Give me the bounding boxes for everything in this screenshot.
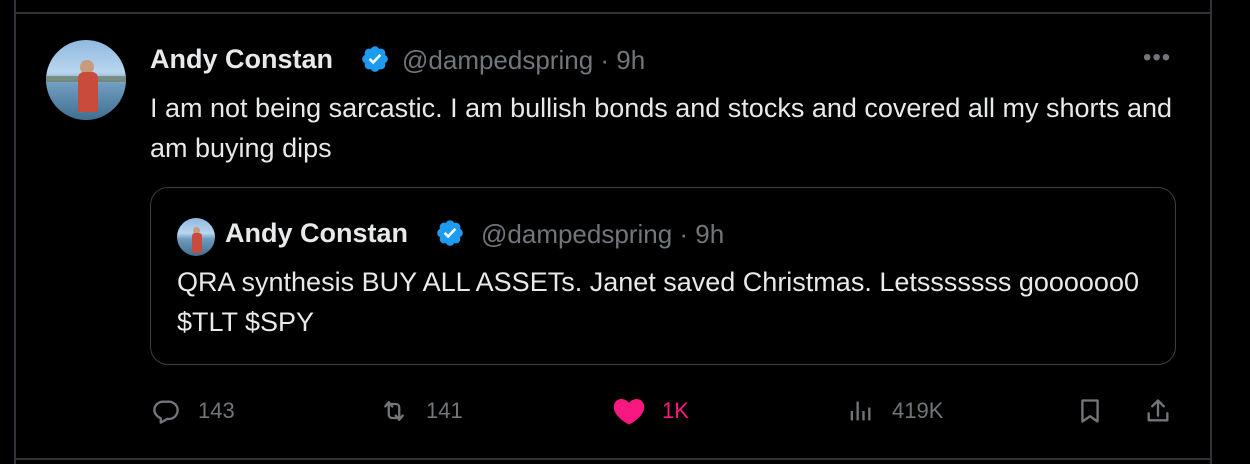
heart-icon: [613, 398, 645, 425]
more-options-icon[interactable]: •••: [1143, 44, 1171, 72]
author-handle[interactable]: @dampedspring · 9h: [402, 45, 645, 76]
like-button[interactable]: 1K: [612, 393, 689, 429]
reply-button[interactable]: 143: [152, 393, 235, 429]
share-button[interactable]: [1144, 393, 1172, 429]
bottom-divider: [14, 458, 1212, 460]
bookmark-button[interactable]: [1076, 393, 1104, 429]
bookmark-icon: [1081, 399, 1099, 423]
author-name[interactable]: Andy Constan: [150, 44, 333, 75]
tweet-text: I am not being sarcastic. I am bullish b…: [150, 93, 1173, 163]
view-count: 419K: [892, 398, 944, 423]
top-divider: [14, 12, 1212, 14]
quoted-handle-text: @dampedspring: [481, 219, 673, 249]
quoted-author-name: Andy Constan: [225, 218, 409, 248]
quoted-author-avatar: [177, 218, 215, 256]
views-button[interactable]: 419K: [846, 393, 943, 429]
reply-count: 143: [198, 398, 235, 423]
timeline-border-left: [14, 0, 16, 464]
quoted-tweet-time: · 9h: [679, 219, 725, 249]
repost-button[interactable]: 141: [380, 393, 463, 429]
repost-icon: [384, 401, 404, 421]
reply-icon: [153, 400, 179, 424]
verified-badge-icon: [437, 220, 463, 246]
avatar-lifejacket: [78, 72, 98, 112]
like-count: 1K: [662, 398, 689, 423]
repost-count: 141: [426, 398, 463, 423]
handle-text: @dampedspring: [402, 45, 594, 75]
quoted-tweet-text: QRA synthesis BUY ALL ASSETs. Janet save…: [177, 267, 1139, 337]
share-icon: [1147, 399, 1169, 422]
timeline-border-right: [1210, 0, 1212, 464]
tweet-time[interactable]: · 9h: [600, 45, 645, 75]
quoted-tweet[interactable]: Andy Constan @dampedspring · 9h QRA synt…: [150, 187, 1176, 365]
avatar-lifejacket: [192, 233, 202, 253]
analytics-icon: [850, 401, 871, 421]
author-avatar[interactable]: [46, 40, 126, 120]
quoted-author-handle: @dampedspring · 9h: [481, 219, 724, 250]
verified-badge-icon: [362, 46, 388, 72]
